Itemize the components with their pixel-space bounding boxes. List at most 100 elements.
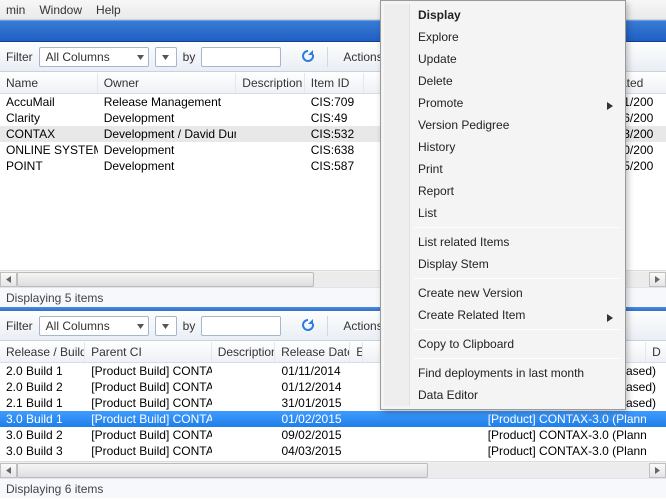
actions-label: Actions xyxy=(343,50,382,64)
table-cell: CIS:532 xyxy=(305,127,364,141)
table-cell: Clarity xyxy=(0,111,98,125)
refresh-icon xyxy=(300,48,316,67)
table-cell: Development / David Dunn xyxy=(98,127,237,141)
context-menu-item[interactable]: Create Related Item xyxy=(384,304,622,326)
table-cell: ONLINE SYSTEMS xyxy=(0,143,98,157)
scroll-thumb[interactable] xyxy=(17,272,314,287)
table-cell: 3.0 Build 3 xyxy=(0,444,85,458)
menu-item-help[interactable]: Help xyxy=(96,3,121,17)
scroll-left-button[interactable] xyxy=(0,463,17,478)
refresh-icon xyxy=(300,317,316,336)
col-header-description[interactable]: Description xyxy=(236,73,305,93)
filter-label: Filter xyxy=(6,319,33,333)
filter-value-input[interactable] xyxy=(201,316,281,336)
context-menu-item[interactable]: Version Pedigree xyxy=(384,114,622,136)
table-cell: [Product Build] CONTAX xyxy=(85,364,212,378)
chevron-down-icon xyxy=(137,323,144,330)
context-menu-separator xyxy=(414,278,619,279)
context-menu-item[interactable]: Display Stem xyxy=(384,253,622,275)
table-cell: 04/03/2015 xyxy=(275,444,350,458)
context-menu-item[interactable]: Explore xyxy=(384,26,622,48)
table-cell: Release Management xyxy=(98,95,237,109)
table-cell: 2.1 Build 1 xyxy=(0,396,85,410)
filter-op-combo[interactable] xyxy=(155,316,177,336)
bottom-grid-hscroll[interactable] xyxy=(0,461,666,478)
col-header-owner[interactable]: Owner xyxy=(98,73,237,93)
chevron-down-icon xyxy=(162,54,169,61)
context-menu-item[interactable]: Report xyxy=(384,180,622,202)
col-header-itemid[interactable]: Item ID xyxy=(305,73,364,93)
context-menu-item[interactable]: Update xyxy=(384,48,622,70)
table-cell: [Product Build] CONTAX xyxy=(85,380,212,394)
context-menu-item[interactable]: Display xyxy=(384,4,622,26)
refresh-button[interactable] xyxy=(297,315,319,337)
context-menu-separator xyxy=(414,358,619,359)
context-menu-item[interactable]: Copy to Clipboard xyxy=(384,333,622,355)
chevron-down-icon xyxy=(137,54,144,61)
table-cell: 31/01/2015 xyxy=(275,396,350,410)
table-cell: 01/02/2015 xyxy=(275,412,350,426)
filter-op-combo[interactable] xyxy=(155,47,177,67)
table-cell-tail: ased) xyxy=(620,396,662,410)
filter-column-combo[interactable]: All Columns xyxy=(39,316,149,336)
submenu-arrow-icon xyxy=(607,311,614,325)
scroll-right-button[interactable] xyxy=(649,272,666,287)
context-menu-item[interactable]: List related Items xyxy=(384,231,622,253)
bottom-grid-status: Displaying 6 items xyxy=(0,478,666,498)
scroll-thumb[interactable] xyxy=(17,463,428,478)
scroll-left-button[interactable] xyxy=(0,272,17,287)
table-cell: CIS:587 xyxy=(305,159,364,173)
col-header-parentci[interactable]: Parent CI xyxy=(85,342,212,362)
col-header-d[interactable]: D xyxy=(646,342,666,362)
col-header-description[interactable]: Description xyxy=(212,342,275,362)
col-header-e[interactable]: E xyxy=(350,342,363,362)
table-cell: [Product] CONTAX-3.0 (Planned) xyxy=(482,412,646,426)
filter-column-value: All Columns xyxy=(46,50,110,64)
context-menu-item[interactable]: Print xyxy=(384,158,622,180)
scroll-track[interactable] xyxy=(17,463,649,478)
context-menu-item[interactable]: Data Editor xyxy=(384,384,622,406)
table-cell: 01/11/2014 xyxy=(275,364,350,378)
table-cell: CIS:49 xyxy=(305,111,364,125)
filter-value-input[interactable] xyxy=(201,47,281,67)
table-cell-tail: ased) xyxy=(620,380,662,394)
table-cell: [Product Build] CONTAX xyxy=(85,396,212,410)
col-header-release[interactable]: Release / Build xyxy=(0,342,85,362)
table-cell: 2.0 Build 2 xyxy=(0,380,85,394)
toolbar-divider xyxy=(327,316,328,336)
context-menu-item[interactable]: Promote xyxy=(384,92,622,114)
context-menu-item[interactable]: Create new Version xyxy=(384,282,622,304)
context-menu-separator xyxy=(414,227,619,228)
col-header-releasedate[interactable]: Release Date xyxy=(275,342,350,362)
table-cell: [Product] CONTAX-3.0 (Planned) xyxy=(482,444,646,458)
col-header-name[interactable]: Name xyxy=(0,73,98,93)
context-menu: DisplayExploreUpdateDeletePromoteVersion… xyxy=(380,0,626,410)
table-cell: [Product Build] CONTAX xyxy=(85,412,212,426)
table-row[interactable]: 3.0 Build 2[Product Build] CONTAX09/02/2… xyxy=(0,427,666,443)
context-menu-item[interactable]: Find deployments in last month xyxy=(384,362,622,384)
context-menu-item[interactable]: Delete xyxy=(384,70,622,92)
context-menu-item[interactable]: List xyxy=(384,202,622,224)
by-label: by xyxy=(183,319,196,333)
filter-column-combo[interactable]: All Columns xyxy=(39,47,149,67)
filter-label: Filter xyxy=(6,50,33,64)
table-cell: POINT xyxy=(0,159,98,173)
menu-item-window[interactable]: Window xyxy=(39,3,82,17)
toolbar-divider xyxy=(327,47,328,67)
table-cell: CIS:709 xyxy=(305,95,364,109)
table-cell-tail: ased) xyxy=(620,364,662,378)
submenu-arrow-icon xyxy=(607,99,614,113)
table-cell: [Product Build] CONTAX xyxy=(85,444,212,458)
table-cell: 3.0 Build 1 xyxy=(0,412,85,426)
table-cell: Development xyxy=(98,111,237,125)
refresh-button[interactable] xyxy=(297,46,319,68)
table-row[interactable]: 3.0 Build 3[Product Build] CONTAX 04/03/2… xyxy=(0,443,666,459)
table-cell: AccuMail xyxy=(0,95,98,109)
table-cell: 01/12/2014 xyxy=(275,380,350,394)
context-menu-item[interactable]: History xyxy=(384,136,622,158)
menu-item-min[interactable]: min xyxy=(6,3,25,17)
table-row[interactable]: 3.0 Build 1[Product Build] CONTAX 01/02/2… xyxy=(0,411,666,427)
table-cell: 09/02/2015 xyxy=(275,428,350,442)
scroll-right-button[interactable] xyxy=(649,463,666,478)
table-cell: Development xyxy=(98,143,237,157)
